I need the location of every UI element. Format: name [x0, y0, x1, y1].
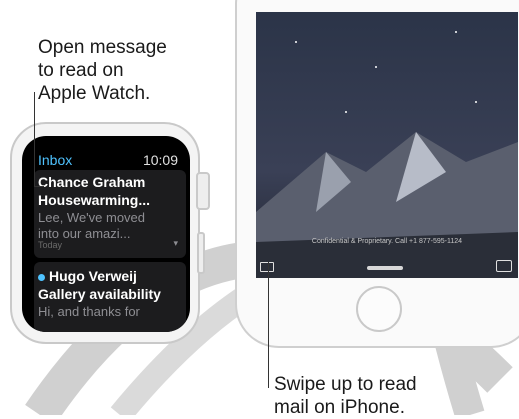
- message-item[interactable]: Hugo Verweij Gallery availability Hi, an…: [34, 262, 186, 332]
- inbox-title: Inbox: [38, 152, 73, 168]
- home-button[interactable]: [356, 286, 402, 332]
- side-button[interactable]: [197, 232, 205, 274]
- message-item[interactable]: Chance Graham Housewarming... Lee, We've…: [34, 170, 186, 258]
- digital-crown[interactable]: [196, 172, 210, 210]
- message-subject: Housewarming...: [38, 192, 151, 208]
- camera-icon[interactable]: [496, 260, 512, 272]
- watch-callout-line: [34, 92, 35, 187]
- unread-dot-icon: [38, 273, 45, 281]
- iphone-lock-screen[interactable]: Confidential & Proprietary. Call +1 877-…: [256, 12, 518, 278]
- message-date: Today: [38, 240, 63, 250]
- phone-callout-line: [268, 262, 269, 388]
- mail-icon[interactable]: [260, 262, 274, 272]
- watch-screen: Inbox 10:09 Chance Graham Housewarming..…: [22, 136, 190, 332]
- chevron-down-icon: ▾: [173, 238, 178, 248]
- message-preview: Lee, We've moved: [38, 210, 146, 225]
- swipe-up-handle[interactable]: [367, 266, 403, 270]
- phone-callout: Swipe up to read mail on iPhone.: [274, 374, 417, 418]
- watch-callout: Open message to read on Apple Watch.: [38, 37, 167, 104]
- message-subject: Gallery availability: [38, 286, 161, 302]
- watch-time: 10:09: [142, 152, 178, 168]
- watch-callout-line: [34, 186, 44, 187]
- message-sender: Chance Graham: [38, 174, 146, 190]
- message-sender: Hugo Verweij: [38, 268, 137, 284]
- message-preview: Hi, and thanks for: [38, 304, 140, 319]
- legal-text: Confidential & Proprietary. Call +1 877-…: [311, 238, 463, 245]
